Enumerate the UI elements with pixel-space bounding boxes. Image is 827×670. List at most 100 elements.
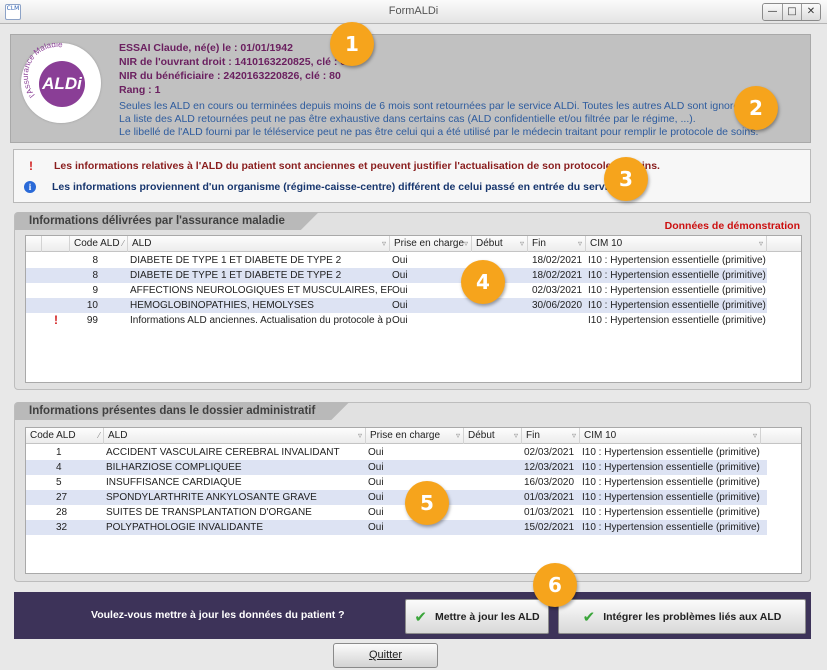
cell-cim10: I10 : Hypertension essentielle (primitiv…	[588, 255, 766, 266]
demo-label: Données de démonstration	[664, 220, 800, 232]
column-cim10[interactable]: CIM 10 ▿	[586, 236, 767, 252]
table-row[interactable]: 9 AFFECTIONS NEUROLOGIQUES ET MUSCULAIRES…	[26, 283, 767, 298]
assurance-maladie-logo: l'Assurance Maladie ALDi	[21, 43, 101, 123]
update-question: Voulez-vous mettre à jour les données du…	[91, 609, 345, 621]
cell-code: 99	[86, 315, 98, 326]
cell-fin: 02/03/2021	[532, 285, 583, 296]
cell-prise: Oui	[392, 285, 408, 296]
cell-prise: Oui	[392, 300, 408, 311]
column-cim10[interactable]: CIM 10 ▿	[580, 428, 761, 444]
cell-prise: Oui	[368, 447, 384, 458]
filter-icon: ▿	[463, 239, 468, 248]
callout-badge: 6	[533, 563, 577, 607]
cell-prise: Oui	[368, 462, 384, 473]
cell-prise: Oui	[392, 255, 408, 266]
cell-code: 10	[86, 300, 98, 311]
table-row[interactable]: 27 SPONDYLARTHRITE ANKYLOSANTE GRAVE Oui 01…	[26, 490, 767, 505]
maximize-icon[interactable]: □	[782, 4, 801, 20]
cell-code: 9	[92, 285, 98, 296]
callout-badge: 4	[461, 260, 505, 304]
column-code-ald[interactable]: Code ALD ⁄	[70, 236, 128, 252]
cell-debut	[466, 505, 520, 520]
close-icon[interactable]: ✕	[801, 4, 820, 20]
window-controls: — □ ✕	[762, 3, 821, 21]
info-line: Seules les ALD en cours ou terminées dep…	[119, 100, 754, 112]
cell-debut	[466, 520, 520, 535]
column-code-ald[interactable]: Code ALD ⁄	[26, 428, 104, 444]
sort-icon: ⁄	[98, 431, 100, 440]
cell-cim10: I10 : Hypertension essentielle (primitiv…	[588, 315, 766, 326]
table-row[interactable]: 8 DIABETE DE TYPE 1 ET DIABETE DE TYPE 2 O…	[26, 268, 767, 283]
integrate-problems-button[interactable]: ✔ Intégrer les problèmes liés aux ALD	[558, 599, 806, 634]
table-row[interactable]: 10 HEMOGLOBINOPATHIES, HEMOLYSES Oui 30/06/…	[26, 298, 767, 313]
warning-row: ! Les informations relatives à l'ALD du …	[24, 159, 660, 173]
filter-icon: ▿	[519, 239, 524, 248]
cell-cim10: I10 : Hypertension essentielle (primitiv…	[582, 507, 760, 518]
column-ald[interactable]: ALD ▿	[128, 236, 390, 252]
table-row[interactable]: ! 99 Informations ALD anciennes. Actualisa…	[26, 313, 767, 328]
column-debut[interactable]: Début ▿	[472, 236, 528, 252]
cell-fin: 12/03/2021	[524, 462, 575, 473]
row-flag	[42, 283, 70, 298]
cell-ald: DIABETE DE TYPE 1 ET DIABETE DE TYPE 2	[130, 270, 342, 281]
cell-ald: POLYPATHOLOGIE INVALIDANTE	[106, 522, 264, 533]
column-prise-en-charge[interactable]: Prise en charge ▿	[390, 236, 472, 252]
column-fin[interactable]: Fin ▿	[528, 236, 586, 252]
cell-fin: 15/02/2021	[524, 522, 575, 533]
window-title: FormALDi	[388, 5, 439, 17]
cell-ald: INSUFFISANCE CARDIAQUE	[106, 477, 242, 488]
row-flag: !	[54, 313, 58, 327]
column-fin[interactable]: Fin ▿	[522, 428, 580, 444]
admin-group-title: Informations présentes dans le dossier a…	[15, 402, 349, 420]
cell-code: 4	[56, 462, 62, 473]
table-row[interactable]: 8 DIABETE DE TYPE 1 ET DIABETE DE TYPE 2 O…	[26, 253, 767, 268]
filter-icon: ▿	[577, 239, 582, 248]
table-row[interactable]: 28 SUITES DE TRANSPLANTATION D'ORGANE Oui 0…	[26, 505, 767, 520]
cell-code: 1	[56, 447, 62, 458]
title-bar: CLM FormALDi — □ ✕	[0, 0, 827, 24]
cell-fin: 01/03/2021	[524, 507, 575, 518]
integrate-problems-label: Intégrer les problèmes liés aux ALD	[603, 610, 782, 623]
table-row[interactable]: 5 INSUFFISANCE CARDIAQUE Oui 16/03/2020 I10 …	[26, 475, 767, 490]
cell-prise: Oui	[392, 270, 408, 281]
table-row[interactable]: 4 BILHARZIOSE COMPLIQUEE Oui 12/03/2021 I10 …	[26, 460, 767, 475]
cell-debut	[474, 313, 528, 328]
cell-code: 32	[56, 522, 68, 533]
table-row[interactable]: 32 POLYPATHOLOGIE INVALIDANTE Oui 15/02/202…	[26, 520, 767, 535]
column-debut[interactable]: Début ▿	[464, 428, 522, 444]
warning-text: Les informations relatives à l'ALD du pa…	[54, 160, 660, 172]
info-line: La liste des ALD retournées peut ne pas …	[119, 113, 696, 125]
sort-icon: ⁄	[122, 239, 124, 248]
filter-icon: ▿	[513, 431, 518, 440]
cell-fin: 16/03/2020	[524, 477, 575, 488]
cell-ald: BILHARZIOSE COMPLIQUEE	[106, 462, 242, 473]
insurance-group: Informations délivrées par l'assurance m…	[14, 212, 811, 390]
cell-cim10: I10 : Hypertension essentielle (primitiv…	[582, 447, 760, 458]
cell-debut	[466, 460, 520, 475]
cell-fin	[532, 313, 588, 328]
grid-header: Code ALD ⁄ ALD ▿ Prise en charge ▿ Début ▿ F…	[26, 428, 801, 444]
cell-cim10: I10 : Hypertension essentielle (primitiv…	[582, 492, 760, 503]
cell-code: 27	[56, 492, 68, 503]
update-ald-button[interactable]: ✔ Mettre à jour les ALD	[405, 599, 549, 634]
cell-ald: DIABETE DE TYPE 1 ET DIABETE DE TYPE 2	[130, 255, 342, 266]
cell-code: 5	[56, 477, 62, 488]
filter-icon: ▿	[752, 431, 757, 440]
cell-fin: 18/02/2021	[532, 255, 583, 266]
patient-name: ESSAI Claude, né(e) le : 01/01/1942	[119, 42, 293, 54]
quit-label: Quitter	[368, 649, 402, 661]
quit-button[interactable]: Quitter	[333, 643, 438, 668]
cell-ald: HEMOGLOBINOPATHIES, HEMOLYSES	[130, 300, 314, 311]
insurance-grid[interactable]: Code ALD ⁄ ALD ▿ Prise en charge ▿ Début ▿ F…	[25, 235, 802, 383]
warning-row: i Les informations proviennent d'un orga…	[24, 181, 622, 193]
grid-header: Code ALD ⁄ ALD ▿ Prise en charge ▿ Début ▿ F…	[26, 236, 801, 252]
column-ald[interactable]: ALD ▿	[104, 428, 366, 444]
info-line: Le libellé de l'ALD fourni par le télése…	[119, 126, 759, 138]
filter-icon: ▿	[357, 431, 362, 440]
column-prise-en-charge[interactable]: Prise en charge ▿	[366, 428, 464, 444]
warnings-panel: ! Les informations relatives à l'ALD du …	[13, 149, 811, 203]
cell-cim10: I10 : Hypertension essentielle (primitiv…	[582, 522, 760, 533]
filter-icon: ▿	[571, 431, 576, 440]
minimize-icon[interactable]: —	[763, 4, 782, 20]
table-row[interactable]: 1 ACCIDENT VASCULAIRE CEREBRAL INVALIDANT…	[26, 445, 767, 460]
